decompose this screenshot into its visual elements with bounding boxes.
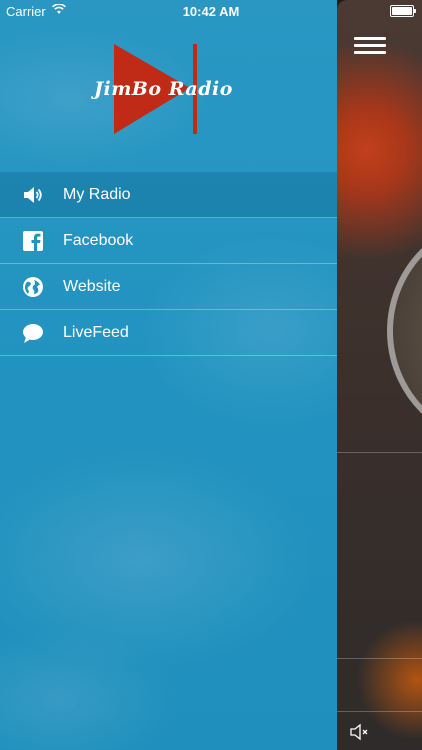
globe-icon <box>23 277 43 297</box>
menu-item-my-radio[interactable]: My Radio <box>0 172 337 218</box>
main-content-panel <box>337 0 422 750</box>
album-art-disc <box>387 215 422 447</box>
clock: 10:42 AM <box>182 4 240 19</box>
menu-item-facebook[interactable]: Facebook <box>0 218 337 264</box>
drawer-menu: My Radio Facebook Website LiveFeed <box>0 172 337 356</box>
app-logo: JimBo Radio <box>90 40 233 136</box>
speaker-icon <box>24 187 42 203</box>
speaker-mute-icon[interactable] <box>349 722 371 742</box>
content-divider <box>337 658 422 659</box>
status-bar: Carrier 10:42 AM <box>0 0 422 22</box>
menu-item-livefeed[interactable]: LiveFeed <box>0 310 337 356</box>
menu-item-label: Facebook <box>63 232 134 249</box>
hamburger-icon[interactable] <box>354 37 386 55</box>
content-divider <box>337 452 422 453</box>
content-divider <box>337 711 422 712</box>
menu-item-label: LiveFeed <box>63 324 129 341</box>
menu-item-website[interactable]: Website <box>0 264 337 310</box>
facebook-icon <box>23 231 43 251</box>
logo-text: JimBo Radio <box>94 78 233 100</box>
menu-item-label: Website <box>63 278 121 295</box>
menu-item-label: My Radio <box>63 186 131 203</box>
chat-bubble-icon <box>23 324 43 343</box>
battery-icon <box>390 5 416 17</box>
side-drawer: JimBo Radio My Radio Facebook Website Li… <box>0 0 337 750</box>
